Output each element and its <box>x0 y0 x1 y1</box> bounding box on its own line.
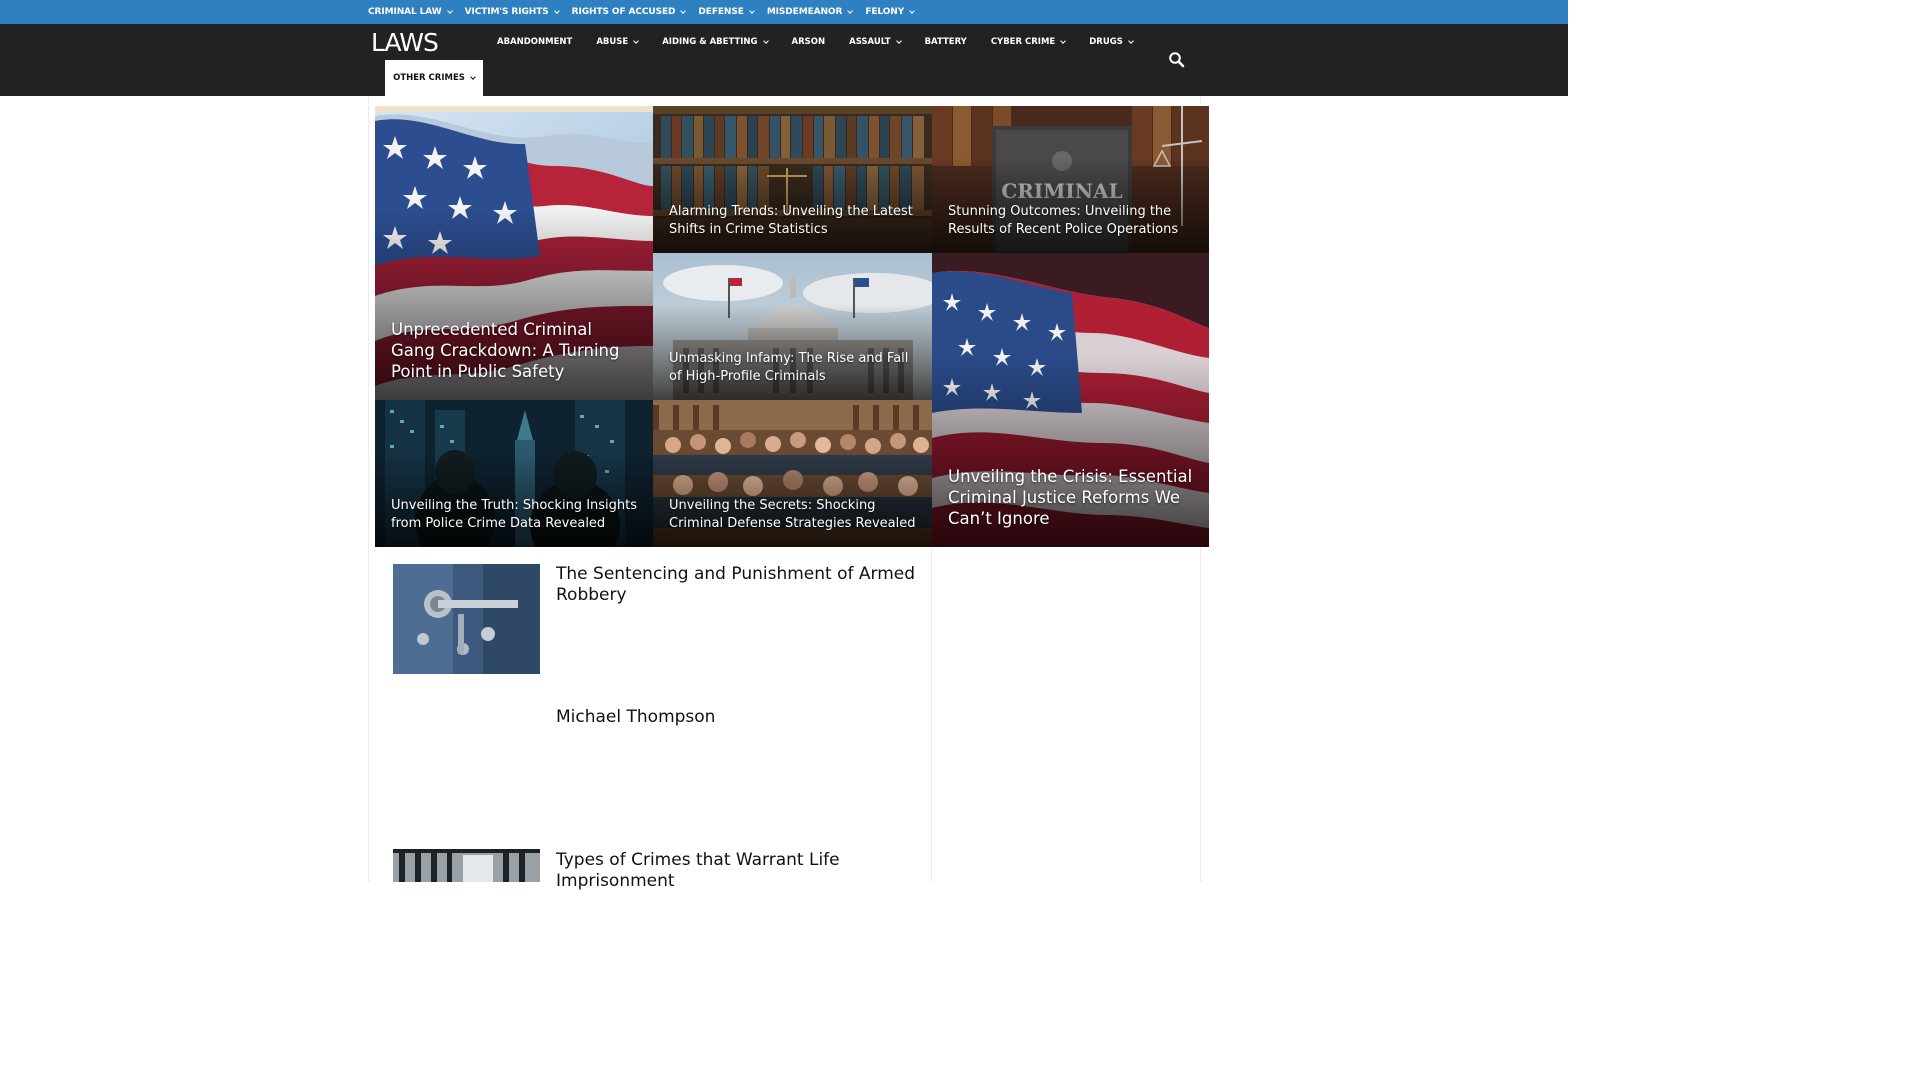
nav-item-battery[interactable]: BATTERY <box>925 37 967 47</box>
top-menu-rights-of-accused[interactable]: RIGHTS OF ACCUSED <box>572 7 687 17</box>
top-menu-misdemeanor[interactable]: MISDEMEANOR <box>767 7 854 17</box>
featured-tile-3[interactable]: CRIMINAL Stunning Outcomes: Unveiling th… <box>932 106 1209 253</box>
featured-tile-2[interactable]: Alarming Trends: Unveiling the Latest Sh… <box>653 106 932 253</box>
featured-tile-5[interactable]: Unveiling the Crisis: Essential Criminal… <box>932 253 1209 547</box>
chevron-down-icon <box>895 37 902 44</box>
featured-tile-6[interactable]: Unveiling the Truth: Shocking Insights f… <box>375 400 653 547</box>
main-nav: ABANDONMENT ABUSE AIDING & ABETTING ARSO… <box>497 24 1157 60</box>
chevron-down-icon <box>909 7 915 14</box>
prison-bars-image <box>393 849 540 882</box>
featured-tile-4[interactable]: Unmasking Infamy: The Rise and Fall of H… <box>653 253 932 400</box>
top-menu-defense[interactable]: DEFENSE <box>698 7 755 17</box>
featured-title[interactable]: Alarming Trends: Unveiling the Latest Sh… <box>669 203 918 239</box>
nav-item-aiding-abetting[interactable]: AIDING & ABETTING <box>662 37 769 47</box>
top-menu-criminal-law[interactable]: CRIMINAL LAW <box>368 7 453 17</box>
nav-item-arson[interactable]: ARSON <box>792 37 826 47</box>
article-title[interactable]: The Sentencing and Punishment of Armed R… <box>556 564 926 606</box>
featured-title[interactable]: Unveiling the Truth: Shocking Insights f… <box>391 497 639 533</box>
nav-item-abuse[interactable]: ABUSE <box>596 37 640 47</box>
top-menu-victims-rights[interactable]: VICTIM'S RIGHTS <box>465 7 560 17</box>
chevron-down-icon <box>553 7 560 14</box>
nav-item-other-crimes[interactable]: OTHER CRIMES <box>385 60 483 96</box>
chevron-down-icon <box>633 37 640 44</box>
article-thumbnail[interactable] <box>393 564 540 674</box>
search-button[interactable] <box>1167 50 1187 70</box>
featured-tile-7[interactable]: Unveiling the Secrets: Shocking Criminal… <box>653 400 932 547</box>
featured-title[interactable]: Unprecedented Criminal Gang Crackdown: A… <box>391 319 639 382</box>
search-icon <box>1169 52 1185 68</box>
top-bar: CRIMINAL LAW VICTIM'S RIGHTS RIGHTS OF A… <box>0 0 1568 24</box>
article-thumbnail[interactable] <box>393 849 540 882</box>
featured-title[interactable]: Unmasking Infamy: The Rise and Fall of H… <box>669 350 918 386</box>
chevron-down-icon <box>680 7 687 14</box>
chevron-down-icon <box>470 73 476 80</box>
chevron-down-icon <box>847 7 854 14</box>
featured-title[interactable]: Unveiling the Secrets: Shocking Criminal… <box>669 497 918 533</box>
site-logo[interactable]: LAWS <box>371 29 439 57</box>
column-divider <box>931 548 932 882</box>
featured-tile-1[interactable]: Unprecedented Criminal Gang Crackdown: A… <box>375 106 653 400</box>
main-header: LAWS ABANDONMENT ABUSE AIDING & ABETTING… <box>0 24 1568 96</box>
top-menu: CRIMINAL LAW VICTIM'S RIGHTS RIGHTS OF A… <box>368 0 927 24</box>
chevron-down-icon <box>1060 37 1067 44</box>
chevron-down-icon <box>1127 37 1134 44</box>
nav-item-abandonment[interactable]: ABANDONMENT <box>497 37 572 47</box>
nav-item-assault[interactable]: ASSAULT <box>849 37 902 47</box>
chevron-down-icon <box>762 37 769 44</box>
featured-title[interactable]: Stunning Outcomes: Unveiling the Results… <box>948 203 1195 239</box>
vault-lock-image <box>393 564 540 674</box>
featured-title[interactable]: Unveiling the Crisis: Essential Criminal… <box>948 466 1195 529</box>
nav-item-drugs[interactable]: DRUGS <box>1089 37 1134 47</box>
nav-item-cyber-crime[interactable]: CYBER CRIME <box>991 37 1067 47</box>
top-menu-felony[interactable]: FELONY <box>865 7 915 17</box>
chevron-down-icon <box>446 7 453 14</box>
article-title[interactable]: Michael Thompson <box>556 707 926 728</box>
chevron-down-icon <box>748 7 755 14</box>
article-title[interactable]: Types of Crimes that Warrant Life Impris… <box>556 850 926 892</box>
